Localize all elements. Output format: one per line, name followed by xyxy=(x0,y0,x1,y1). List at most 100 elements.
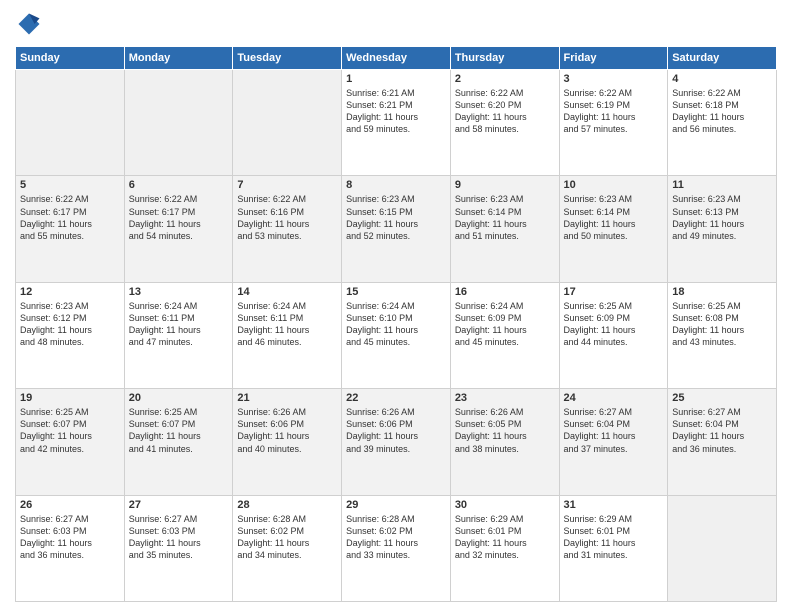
day-number: 31 xyxy=(564,499,664,511)
day-number: 13 xyxy=(129,286,229,298)
day-number: 4 xyxy=(672,73,772,85)
day-number: 29 xyxy=(346,499,446,511)
day-header-monday: Monday xyxy=(124,47,233,70)
day-number: 22 xyxy=(346,392,446,404)
calendar-cell: 26 Sunrise: 6:27 AM Sunset: 6:03 PM Dayli… xyxy=(16,495,125,601)
day-number: 16 xyxy=(455,286,555,298)
day-info: Sunrise: 6:22 AM Sunset: 6:19 PM Dayligh… xyxy=(564,87,664,136)
calendar-cell: 4Sunrise: 6:22 AM Sunset: 6:18 PM Daylig… xyxy=(668,70,777,176)
calendar-cell: 1 Sunrise: 6:21 AM Sunset: 6:21 PM Daylig… xyxy=(342,70,451,176)
page: SundayMondayTuesdayWednesdayThursdayFrid… xyxy=(0,0,792,612)
day-info: Sunrise: 6:27 AM Sunset: 6:03 PM Dayligh… xyxy=(20,513,120,562)
day-info: Sunrise: 6:25 AM Sunset: 6:08 PM Dayligh… xyxy=(672,300,772,349)
logo xyxy=(15,10,47,38)
day-number: 1 xyxy=(346,73,446,85)
calendar-cell: 5 Sunrise: 6:22 AM Sunset: 6:17 PM Daylig… xyxy=(16,176,125,282)
calendar-cell xyxy=(124,70,233,176)
calendar-cell: 9 Sunrise: 6:23 AM Sunset: 6:14 PM Daylig… xyxy=(450,176,559,282)
day-number: 26 xyxy=(20,499,120,511)
day-info: Sunrise: 6:21 AM Sunset: 6:21 PM Dayligh… xyxy=(346,87,446,136)
calendar-cell: 10Sunrise: 6:23 AM Sunset: 6:14 PM Dayli… xyxy=(559,176,668,282)
day-number: 9 xyxy=(455,179,555,191)
day-number: 5 xyxy=(20,179,120,191)
calendar-cell: 30 Sunrise: 6:29 AM Sunset: 6:01 PM Dayli… xyxy=(450,495,559,601)
calendar-cell: 7 Sunrise: 6:22 AM Sunset: 6:16 PM Daylig… xyxy=(233,176,342,282)
day-header-thursday: Thursday xyxy=(450,47,559,70)
day-number: 27 xyxy=(129,499,229,511)
calendar-cell: 11Sunrise: 6:23 AM Sunset: 6:13 PM Dayli… xyxy=(668,176,777,282)
calendar-cell: 18 Sunrise: 6:25 AM Sunset: 6:08 PM Dayli… xyxy=(668,282,777,388)
calendar-cell: 23Sunrise: 6:26 AM Sunset: 6:05 PM Dayli… xyxy=(450,389,559,495)
day-info: Sunrise: 6:22 AM Sunset: 6:17 PM Dayligh… xyxy=(129,193,229,242)
calendar-cell: 12 Sunrise: 6:23 AM Sunset: 6:12 PM Dayli… xyxy=(16,282,125,388)
day-info: Sunrise: 6:27 AM Sunset: 6:04 PM Dayligh… xyxy=(564,406,664,455)
calendar-cell: 20 Sunrise: 6:25 AM Sunset: 6:07 PM Dayli… xyxy=(124,389,233,495)
calendar-cell: 17Sunrise: 6:25 AM Sunset: 6:09 PM Dayli… xyxy=(559,282,668,388)
day-info: Sunrise: 6:22 AM Sunset: 6:17 PM Dayligh… xyxy=(20,193,120,242)
day-info: Sunrise: 6:25 AM Sunset: 6:07 PM Dayligh… xyxy=(129,406,229,455)
day-header-sunday: Sunday xyxy=(16,47,125,70)
day-info: Sunrise: 6:27 AM Sunset: 6:04 PM Dayligh… xyxy=(672,406,772,455)
week-row-4: 26 Sunrise: 6:27 AM Sunset: 6:03 PM Dayli… xyxy=(16,495,777,601)
week-row-3: 19 Sunrise: 6:25 AM Sunset: 6:07 PM Dayli… xyxy=(16,389,777,495)
day-header-saturday: Saturday xyxy=(668,47,777,70)
day-number: 28 xyxy=(237,499,337,511)
calendar-cell: 15 Sunrise: 6:24 AM Sunset: 6:10 PM Dayli… xyxy=(342,282,451,388)
calendar-cell: 28Sunrise: 6:28 AM Sunset: 6:02 PM Dayli… xyxy=(233,495,342,601)
day-header-tuesday: Tuesday xyxy=(233,47,342,70)
day-info: Sunrise: 6:27 AM Sunset: 6:03 PM Dayligh… xyxy=(129,513,229,562)
calendar-cell xyxy=(668,495,777,601)
day-info: Sunrise: 6:23 AM Sunset: 6:14 PM Dayligh… xyxy=(455,193,555,242)
day-header-wednesday: Wednesday xyxy=(342,47,451,70)
day-number: 30 xyxy=(455,499,555,511)
calendar-cell: 14Sunrise: 6:24 AM Sunset: 6:11 PM Dayli… xyxy=(233,282,342,388)
day-info: Sunrise: 6:26 AM Sunset: 6:06 PM Dayligh… xyxy=(346,406,446,455)
day-number: 12 xyxy=(20,286,120,298)
day-number: 24 xyxy=(564,392,664,404)
day-number: 19 xyxy=(20,392,120,404)
calendar-cell: 19 Sunrise: 6:25 AM Sunset: 6:07 PM Dayli… xyxy=(16,389,125,495)
day-info: Sunrise: 6:23 AM Sunset: 6:12 PM Dayligh… xyxy=(20,300,120,349)
day-number: 17 xyxy=(564,286,664,298)
day-number: 25 xyxy=(672,392,772,404)
calendar-table: SundayMondayTuesdayWednesdayThursdayFrid… xyxy=(15,46,777,602)
day-number: 18 xyxy=(672,286,772,298)
day-info: Sunrise: 6:26 AM Sunset: 6:06 PM Dayligh… xyxy=(237,406,337,455)
calendar-cell: 25 Sunrise: 6:27 AM Sunset: 6:04 PM Dayli… xyxy=(668,389,777,495)
logo-icon xyxy=(15,10,43,38)
calendar-cell: 13 Sunrise: 6:24 AM Sunset: 6:11 PM Dayli… xyxy=(124,282,233,388)
calendar-cell: 31Sunrise: 6:29 AM Sunset: 6:01 PM Dayli… xyxy=(559,495,668,601)
day-info: Sunrise: 6:22 AM Sunset: 6:16 PM Dayligh… xyxy=(237,193,337,242)
day-number: 7 xyxy=(237,179,337,191)
day-number: 23 xyxy=(455,392,555,404)
day-number: 21 xyxy=(237,392,337,404)
calendar-cell: 21 Sunrise: 6:26 AM Sunset: 6:06 PM Dayli… xyxy=(233,389,342,495)
day-info: Sunrise: 6:23 AM Sunset: 6:15 PM Dayligh… xyxy=(346,193,446,242)
day-number: 3 xyxy=(564,73,664,85)
day-number: 14 xyxy=(237,286,337,298)
day-info: Sunrise: 6:24 AM Sunset: 6:09 PM Dayligh… xyxy=(455,300,555,349)
week-row-2: 12 Sunrise: 6:23 AM Sunset: 6:12 PM Dayli… xyxy=(16,282,777,388)
day-number: 20 xyxy=(129,392,229,404)
calendar-cell xyxy=(233,70,342,176)
day-header-friday: Friday xyxy=(559,47,668,70)
day-info: Sunrise: 6:28 AM Sunset: 6:02 PM Dayligh… xyxy=(346,513,446,562)
day-info: Sunrise: 6:24 AM Sunset: 6:11 PM Dayligh… xyxy=(129,300,229,349)
day-number: 15 xyxy=(346,286,446,298)
calendar-cell: 8 Sunrise: 6:23 AM Sunset: 6:15 PM Daylig… xyxy=(342,176,451,282)
calendar-header-row: SundayMondayTuesdayWednesdayThursdayFrid… xyxy=(16,47,777,70)
day-info: Sunrise: 6:29 AM Sunset: 6:01 PM Dayligh… xyxy=(455,513,555,562)
day-number: 6 xyxy=(129,179,229,191)
day-number: 2 xyxy=(455,73,555,85)
day-info: Sunrise: 6:22 AM Sunset: 6:20 PM Dayligh… xyxy=(455,87,555,136)
calendar-cell: 22 Sunrise: 6:26 AM Sunset: 6:06 PM Dayli… xyxy=(342,389,451,495)
calendar-cell: 16 Sunrise: 6:24 AM Sunset: 6:09 PM Dayli… xyxy=(450,282,559,388)
week-row-1: 5 Sunrise: 6:22 AM Sunset: 6:17 PM Daylig… xyxy=(16,176,777,282)
calendar-cell: 29 Sunrise: 6:28 AM Sunset: 6:02 PM Dayli… xyxy=(342,495,451,601)
day-info: Sunrise: 6:25 AM Sunset: 6:07 PM Dayligh… xyxy=(20,406,120,455)
day-info: Sunrise: 6:24 AM Sunset: 6:10 PM Dayligh… xyxy=(346,300,446,349)
day-number: 8 xyxy=(346,179,446,191)
calendar-cell: 24 Sunrise: 6:27 AM Sunset: 6:04 PM Dayli… xyxy=(559,389,668,495)
day-number: 11 xyxy=(672,179,772,191)
calendar-cell: 6 Sunrise: 6:22 AM Sunset: 6:17 PM Daylig… xyxy=(124,176,233,282)
